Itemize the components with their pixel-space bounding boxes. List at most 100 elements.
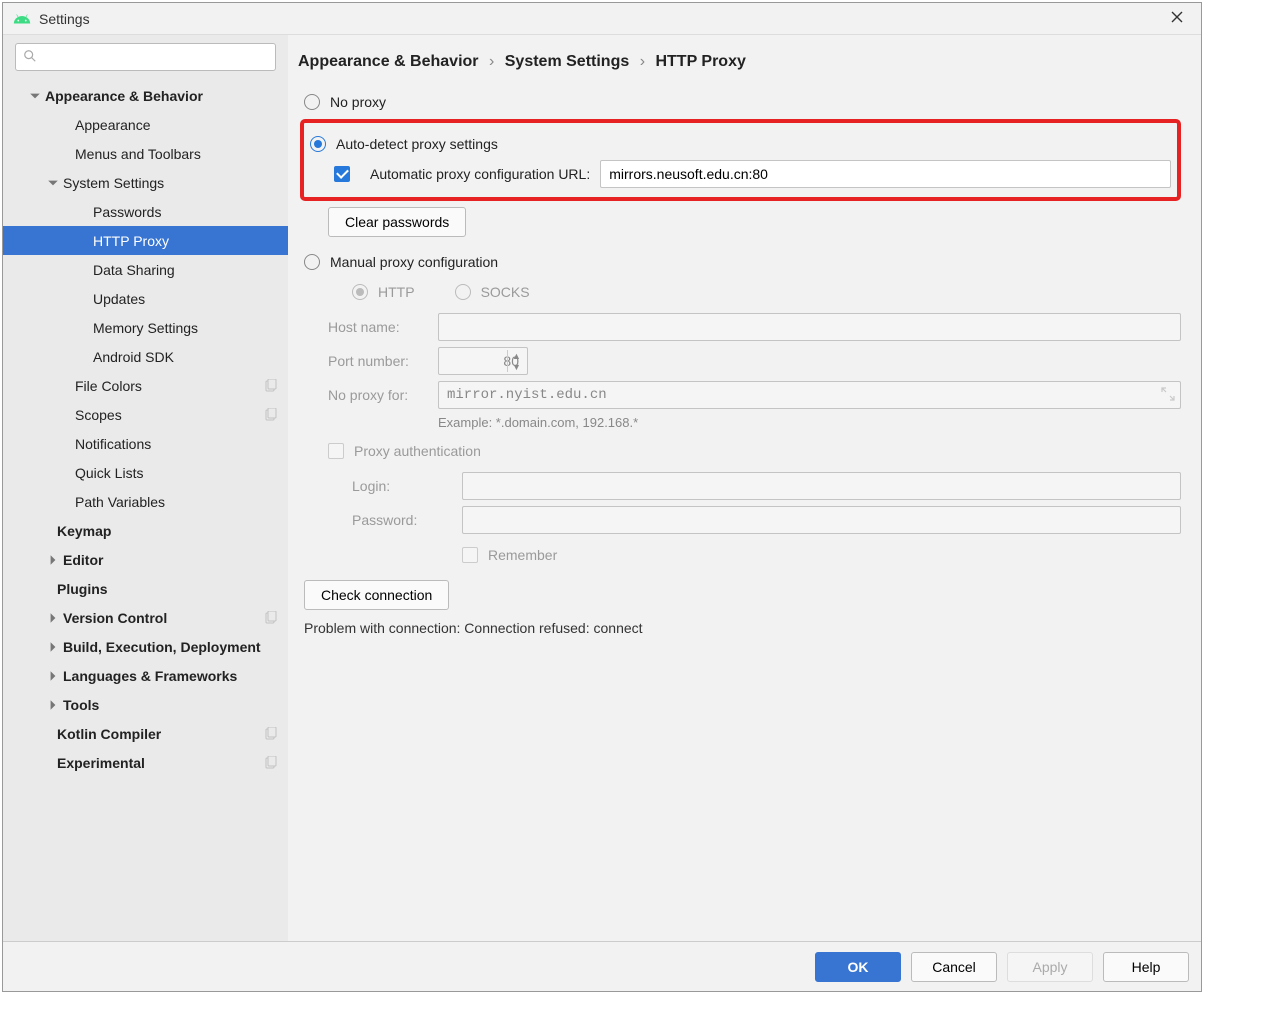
tree-item-experimental[interactable]: Experimental bbox=[3, 748, 288, 777]
stepper-buttons[interactable]: ▲▼ bbox=[507, 350, 525, 372]
tree-item-label: Version Control bbox=[63, 610, 167, 626]
search-input[interactable] bbox=[15, 43, 276, 71]
connection-status: Problem with connection: Connection refu… bbox=[304, 620, 1181, 636]
cancel-button[interactable]: Cancel bbox=[911, 952, 997, 982]
tree-item-label: Build, Execution, Deployment bbox=[63, 639, 261, 655]
tree-item-languages-frameworks[interactable]: Languages & Frameworks bbox=[3, 661, 288, 690]
tree-item-quick-lists[interactable]: Quick Lists bbox=[3, 458, 288, 487]
tree-item-label: Notifications bbox=[75, 436, 151, 452]
tree-item-system-settings[interactable]: System Settings bbox=[3, 168, 288, 197]
sidebar: Appearance & Behavior Appearance Menus and… bbox=[3, 35, 288, 941]
port-label: Port number: bbox=[328, 353, 438, 369]
tree-item-menus-and-toolbars[interactable]: Menus and Toolbars bbox=[3, 139, 288, 168]
radio-manual[interactable]: Manual proxy configuration bbox=[304, 247, 1181, 277]
login-input[interactable] bbox=[462, 472, 1181, 500]
login-row: Login: bbox=[352, 472, 1181, 500]
noproxyfor-hint: Example: *.domain.com, 192.168.* bbox=[438, 415, 1181, 430]
chevron-down-icon bbox=[47, 177, 59, 189]
login-label: Login: bbox=[352, 478, 462, 494]
chevron-right-icon bbox=[47, 670, 59, 682]
tree-item-label: Languages & Frameworks bbox=[63, 668, 237, 684]
tree-item-label: Data Sharing bbox=[93, 262, 175, 278]
tree-item-label: Editor bbox=[63, 552, 103, 568]
auto-url-input[interactable] bbox=[600, 160, 1171, 188]
tree-item-label: Passwords bbox=[93, 204, 161, 220]
tree-item-label: Scopes bbox=[75, 407, 122, 423]
radio-icon bbox=[352, 284, 368, 300]
tree-item-data-sharing[interactable]: Data Sharing bbox=[3, 255, 288, 284]
radio-auto-detect[interactable]: Auto-detect proxy settings bbox=[310, 129, 1171, 159]
tree-item-notifications[interactable]: Notifications bbox=[3, 429, 288, 458]
tree-item-label: Menus and Toolbars bbox=[75, 146, 201, 162]
radio-http[interactable]: HTTP bbox=[352, 284, 415, 300]
tree-item-scopes[interactable]: Scopes bbox=[3, 400, 288, 429]
no-proxy-label: No proxy bbox=[330, 94, 386, 110]
breadcrumb-a[interactable]: Appearance & Behavior bbox=[298, 53, 479, 70]
proxy-auth-row[interactable]: Proxy authentication bbox=[304, 436, 1181, 466]
breadcrumb: Appearance & Behavior › System Settings … bbox=[298, 49, 1181, 87]
tree-item-android-sdk[interactable]: Android SDK bbox=[3, 342, 288, 371]
help-button[interactable]: Help bbox=[1103, 952, 1189, 982]
host-row: Host name: bbox=[328, 313, 1181, 341]
tree-item-label: Appearance bbox=[75, 117, 151, 133]
check-connection-button[interactable]: Check connection bbox=[304, 580, 449, 610]
close-icon bbox=[1171, 11, 1183, 23]
ok-button[interactable]: OK bbox=[815, 952, 901, 982]
radio-socks[interactable]: SOCKS bbox=[455, 284, 530, 300]
apply-button[interactable]: Apply bbox=[1007, 952, 1093, 982]
tree-item-file-colors[interactable]: File Colors bbox=[3, 371, 288, 400]
tree-item-label: Path Variables bbox=[75, 494, 165, 510]
noproxyfor-label: No proxy for: bbox=[328, 387, 438, 403]
host-label: Host name: bbox=[328, 319, 438, 335]
port-row: Port number: ▲▼ bbox=[328, 347, 1181, 375]
port-spinner[interactable]: ▲▼ bbox=[438, 347, 528, 375]
auth-checkbox bbox=[328, 443, 344, 459]
tree-item-memory-settings[interactable]: Memory Settings bbox=[3, 313, 288, 342]
auto-url-checkbox[interactable] bbox=[334, 166, 350, 182]
tree-item-label: Updates bbox=[93, 291, 145, 307]
tree-item-label: Keymap bbox=[57, 523, 111, 539]
chevron-right-icon bbox=[47, 699, 59, 711]
close-button[interactable] bbox=[1163, 10, 1191, 28]
tree-item-updates[interactable]: Updates bbox=[3, 284, 288, 313]
tree-item-passwords[interactable]: Passwords bbox=[3, 197, 288, 226]
auth-label: Proxy authentication bbox=[354, 443, 481, 459]
password-input[interactable] bbox=[462, 506, 1181, 534]
expand-icon[interactable] bbox=[1161, 387, 1175, 401]
tree-item-appearance-behavior[interactable]: Appearance & Behavior bbox=[3, 81, 288, 110]
chevron-right-icon bbox=[47, 554, 59, 566]
project-level-icon bbox=[264, 379, 278, 393]
project-level-icon bbox=[264, 611, 278, 625]
tree-item-build-execution-deployment[interactable]: Build, Execution, Deployment bbox=[3, 632, 288, 661]
tree-item-tools[interactable]: Tools bbox=[3, 690, 288, 719]
project-level-icon bbox=[264, 408, 278, 422]
tree-item-version-control[interactable]: Version Control bbox=[3, 603, 288, 632]
host-input[interactable] bbox=[438, 313, 1181, 341]
remember-row[interactable]: Remember bbox=[462, 540, 1181, 570]
remember-label: Remember bbox=[488, 547, 557, 563]
tree-item-path-variables[interactable]: Path Variables bbox=[3, 487, 288, 516]
chevron-down-icon: ▼ bbox=[508, 361, 525, 372]
chevron-right-icon bbox=[47, 641, 59, 653]
radio-no-proxy[interactable]: No proxy bbox=[304, 87, 1181, 117]
tree-item-editor[interactable]: Editor bbox=[3, 545, 288, 574]
auto-url-label: Automatic proxy configuration URL: bbox=[370, 166, 590, 182]
tree-item-appearance[interactable]: Appearance bbox=[3, 110, 288, 139]
socks-label: SOCKS bbox=[481, 284, 530, 300]
noproxyfor-input[interactable] bbox=[438, 381, 1181, 409]
tree-item-plugins[interactable]: Plugins bbox=[3, 574, 288, 603]
noproxyfor-row: No proxy for: bbox=[328, 381, 1181, 409]
tree-item-label: Memory Settings bbox=[93, 320, 198, 336]
tree-item-label: File Colors bbox=[75, 378, 142, 394]
tree-item-label: Appearance & Behavior bbox=[45, 88, 203, 104]
tree-item-label: Tools bbox=[63, 697, 99, 713]
tree-item-label: Experimental bbox=[57, 755, 145, 771]
tree-item-keymap[interactable]: Keymap bbox=[3, 516, 288, 545]
main-panel: Appearance & Behavior › System Settings … bbox=[288, 35, 1201, 941]
remember-checkbox bbox=[462, 547, 478, 563]
breadcrumb-b[interactable]: System Settings bbox=[505, 53, 629, 70]
clear-passwords-button[interactable]: Clear passwords bbox=[328, 207, 466, 237]
tree-item-label: Quick Lists bbox=[75, 465, 143, 481]
tree-item-http-proxy[interactable]: HTTP Proxy bbox=[3, 226, 288, 255]
tree-item-kotlin-compiler[interactable]: Kotlin Compiler bbox=[3, 719, 288, 748]
